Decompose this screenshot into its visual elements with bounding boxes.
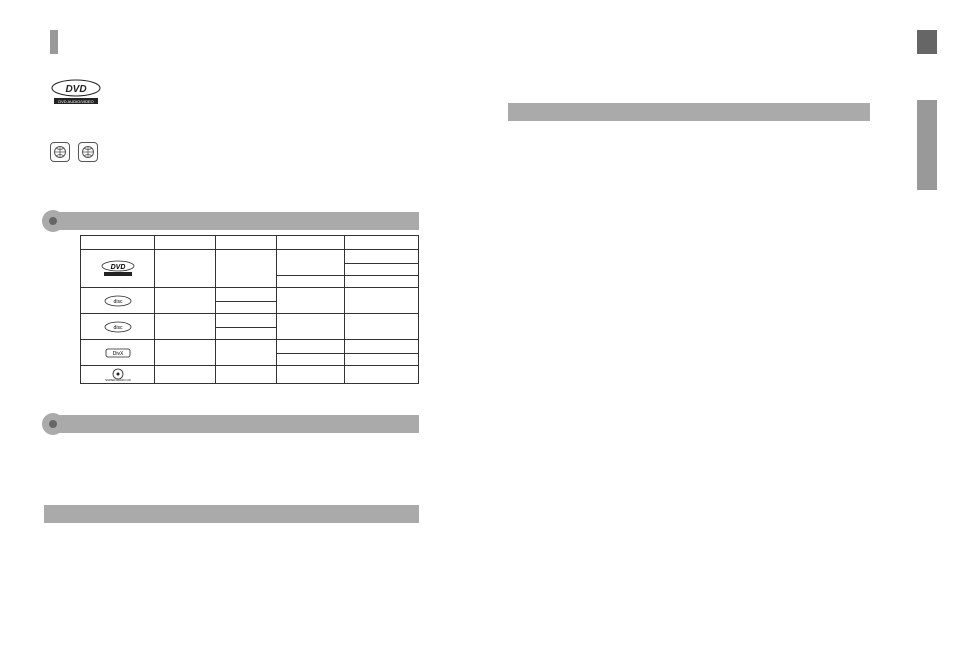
- table-cell: [155, 340, 216, 366]
- table-header-row: [81, 236, 419, 250]
- table-cell: [277, 276, 345, 288]
- svg-text:DVD AUDIO/VIDEO: DVD AUDIO/VIDEO: [58, 99, 94, 104]
- table-header: [344, 236, 418, 250]
- divx-row-logo: DivX: [81, 340, 155, 366]
- table-cell: [344, 276, 418, 288]
- table-header: [277, 236, 345, 250]
- table-row: DVD: [81, 250, 419, 264]
- table-cell: [155, 366, 216, 384]
- disc-row-logo: disc: [81, 288, 155, 314]
- table-cell: [216, 302, 277, 314]
- table-header: [155, 236, 216, 250]
- dvd-logo: DVD DVD AUDIO/VIDEO: [50, 78, 102, 108]
- table-cell: [277, 366, 345, 384]
- table-cell: [277, 354, 345, 366]
- table-row: DivX: [81, 340, 419, 354]
- page-right-side-block: [917, 100, 937, 190]
- table-cell: [216, 314, 277, 328]
- table-cell: [277, 314, 345, 340]
- table-cell: [155, 250, 216, 288]
- table-cell: [344, 314, 418, 340]
- table-row: disc: [81, 314, 419, 328]
- table-header: [216, 236, 277, 250]
- globe-icon: [50, 142, 70, 162]
- table-cell: [216, 340, 277, 366]
- svg-text:DVD: DVD: [110, 264, 125, 271]
- sacd-row-logo: SUPER AUDIO CD: [81, 366, 155, 384]
- table-cell: [344, 354, 418, 366]
- table-row: disc: [81, 288, 419, 302]
- svg-text:disc: disc: [113, 299, 122, 305]
- svg-text:DivX: DivX: [112, 351, 123, 357]
- table-cell: [216, 328, 277, 340]
- table-cell: [216, 250, 277, 288]
- disc-row-logo: disc: [81, 314, 155, 340]
- table-cell: [344, 366, 418, 384]
- section-bar-2: [44, 415, 419, 433]
- disc-icon: [42, 413, 64, 435]
- table-cell: [216, 366, 277, 384]
- section-bar-3: [44, 505, 419, 523]
- dvd-row-logo: DVD: [81, 250, 155, 288]
- table-cell: [344, 288, 418, 314]
- disc-table: DVD disc disc: [80, 235, 419, 384]
- globe-icon: [78, 142, 98, 162]
- region-icons: [50, 142, 98, 162]
- section-bar-4: [508, 103, 870, 121]
- svg-text:SUPER AUDIO CD: SUPER AUDIO CD: [105, 378, 131, 382]
- page-top-right-marker: [917, 30, 937, 54]
- svg-text:DVD: DVD: [65, 84, 86, 95]
- table-cell: [277, 288, 345, 314]
- table-row: SUPER AUDIO CD: [81, 366, 419, 384]
- svg-text:disc: disc: [113, 325, 122, 331]
- table-cell: [155, 314, 216, 340]
- page-top-left-marker: [50, 30, 58, 54]
- table-cell: [344, 250, 418, 264]
- table-cell: [344, 264, 418, 276]
- table-cell: [277, 340, 345, 354]
- table-cell: [344, 340, 418, 354]
- table-cell: [277, 250, 345, 276]
- table-cell: [155, 288, 216, 314]
- table-cell: [216, 288, 277, 302]
- section-bar-1: [44, 212, 419, 230]
- table-header: [81, 236, 155, 250]
- disc-icon: [42, 210, 64, 232]
